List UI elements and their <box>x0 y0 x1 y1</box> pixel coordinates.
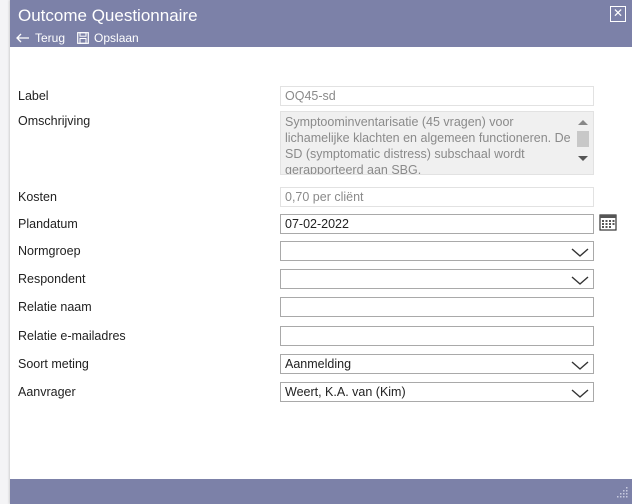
label-field-label: Label <box>18 89 49 103</box>
kosten-field: 0,70 per cliënt <box>280 187 594 207</box>
resize-grip-icon[interactable] <box>617 486 629 501</box>
outcome-questionnaire-dialog: Outcome Questionnaire ✕ Terug Opslaan La… <box>10 0 632 504</box>
omschrijving-scrollbar[interactable] <box>575 114 591 172</box>
normgroep-select[interactable] <box>280 241 594 261</box>
dialog-titlebar: Outcome Questionnaire ✕ Terug Opslaan <box>10 0 632 47</box>
omschrijving-textarea[interactable]: Symptoominventarisatie (45 vragen) voor … <box>280 111 594 175</box>
aanvrager-label: Aanvrager <box>18 385 76 399</box>
chevron-down-icon <box>570 273 590 291</box>
omschrijving-text: Symptoominventarisatie (45 vragen) voor … <box>285 115 571 175</box>
background-app-strip <box>0 0 10 504</box>
scroll-up-icon[interactable] <box>578 120 588 125</box>
aanvrager-select[interactable]: Weert, K.A. van (Kim) <box>280 382 594 402</box>
close-icon: ✕ <box>612 6 624 20</box>
chevron-down-icon <box>570 358 590 376</box>
soort-meting-value: Aanmelding <box>285 357 352 371</box>
close-button[interactable]: ✕ <box>610 6 626 22</box>
normgroep-label: Normgroep <box>18 244 81 258</box>
plandatum-label: Plandatum <box>18 217 78 231</box>
scroll-down-icon[interactable] <box>578 156 588 161</box>
aanvrager-value: Weert, K.A. van (Kim) <box>285 385 406 399</box>
save-button-label: Opslaan <box>94 31 139 45</box>
respondent-select[interactable] <box>280 269 594 289</box>
back-button[interactable]: Terug <box>16 31 65 45</box>
dialog-footer <box>10 479 632 504</box>
label-field: OQ45-sd <box>280 86 594 106</box>
soort-meting-select[interactable]: Aanmelding <box>280 354 594 374</box>
save-button[interactable]: Opslaan <box>77 31 139 45</box>
chevron-down-icon <box>570 386 590 404</box>
arrow-left-icon <box>16 33 30 43</box>
relatie-email-label: Relatie e-mailadres <box>18 329 126 343</box>
respondent-label: Respondent <box>18 272 86 286</box>
save-icon <box>77 32 89 44</box>
soort-meting-label: Soort meting <box>18 357 89 371</box>
relatie-naam-label: Relatie naam <box>18 300 92 314</box>
plandatum-input[interactable]: 07-02-2022 <box>280 214 594 234</box>
scroll-thumb[interactable] <box>577 131 589 147</box>
calendar-icon[interactable] <box>599 213 617 234</box>
back-button-label: Terug <box>35 31 66 45</box>
dialog-toolbar: Terug Opslaan <box>16 30 151 46</box>
relatie-email-input[interactable] <box>280 326 594 346</box>
omschrijving-label: Omschrijving <box>18 114 91 128</box>
dialog-title: Outcome Questionnaire <box>18 6 198 25</box>
kosten-label: Kosten <box>18 190 57 204</box>
chevron-down-icon <box>570 245 590 263</box>
relatie-naam-input[interactable] <box>280 297 594 317</box>
